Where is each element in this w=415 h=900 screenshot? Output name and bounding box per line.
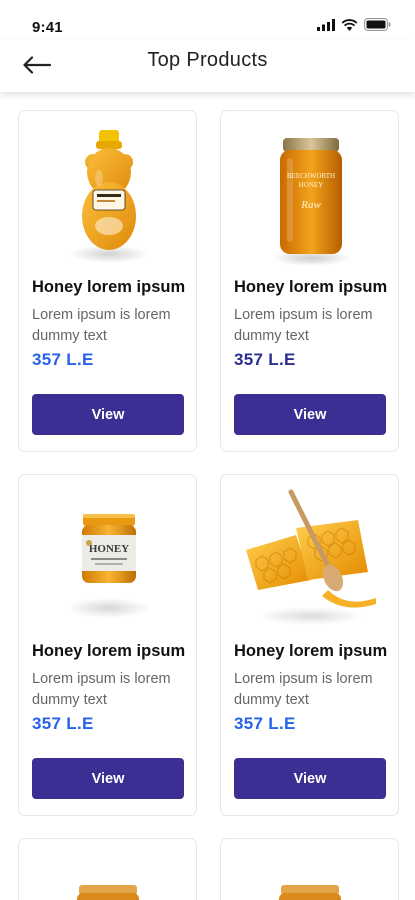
product-description: Lorem ipsum is lorem dummy text: [234, 307, 373, 344]
status-icons: [317, 18, 391, 31]
product-card[interactable]: BEECHWORTH HONEY Raw Honey lorem ipsum L…: [220, 110, 399, 452]
view-button[interactable]: View: [32, 394, 184, 435]
app-header: Top Products: [0, 40, 415, 92]
product-price: 357 L.E: [32, 350, 94, 369]
product-title: Honey lorem ipsum: [32, 642, 186, 660]
product-title: Honey lorem ipsum: [234, 278, 388, 296]
product-image-honey-jar-labeled: HONEY: [19, 475, 196, 635]
product-card[interactable]: HONEY Honey lorem ipsum Lorem ipsum is l…: [18, 474, 197, 816]
svg-text:BEECHWORTH: BEECHWORTH: [286, 172, 334, 180]
product-image-partial: [279, 885, 341, 900]
svg-text:HONEY: HONEY: [88, 543, 128, 555]
view-button[interactable]: View: [234, 394, 386, 435]
product-title: Honey lorem ipsum: [32, 278, 186, 296]
product-card[interactable]: Honey lorem ipsum Lorem ipsum is lorem d…: [220, 474, 399, 816]
product-image-honey-bear: [19, 111, 196, 271]
product-card[interactable]: [18, 838, 197, 900]
svg-text:HONEY: HONEY: [298, 181, 323, 189]
view-button[interactable]: View: [234, 758, 386, 799]
product-description: Lorem ipsum is lorem dummy text: [32, 307, 171, 344]
product-title: Honey lorem ipsum: [234, 642, 388, 660]
status-bar: 9:41: [0, 0, 415, 44]
product-description: Lorem ipsum is lorem dummy text: [32, 671, 171, 708]
product-description: Lorem ipsum is lorem dummy text: [234, 671, 373, 708]
page-title: Top Products: [147, 49, 268, 71]
battery-icon: [364, 18, 391, 31]
product-price: 357 L.E: [234, 714, 296, 733]
product-card[interactable]: Honey lorem ipsum Lorem ipsum is lorem d…: [18, 110, 197, 452]
product-image-partial: [77, 885, 139, 900]
signal-icon: [317, 18, 335, 31]
svg-text:Raw: Raw: [300, 199, 321, 211]
wifi-icon: [341, 18, 358, 31]
product-price: 357 L.E: [234, 350, 296, 369]
status-time: 9:41: [32, 19, 63, 36]
product-card[interactable]: [220, 838, 399, 900]
product-image-honeycomb: [221, 475, 398, 635]
view-button[interactable]: View: [32, 758, 184, 799]
product-price: 357 L.E: [32, 714, 94, 733]
product-image-honey-jar: BEECHWORTH HONEY Raw: [221, 111, 398, 271]
